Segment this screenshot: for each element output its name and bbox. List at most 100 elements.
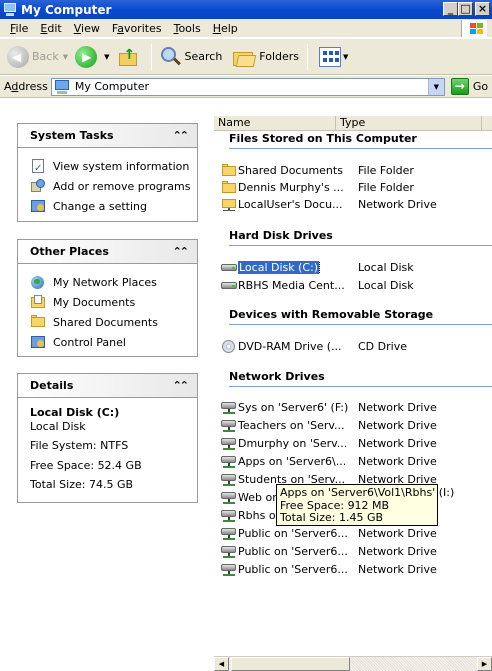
list-item[interactable]: Public on 'Server6... Network Drive (221, 543, 437, 559)
scroll-right-button[interactable]: ▶ (477, 657, 492, 671)
views-button[interactable]: ▼ (313, 42, 355, 72)
up-folder-button[interactable]: ↑ (114, 42, 146, 72)
control-panel-icon (30, 198, 46, 214)
up-folder-icon: ↑ (117, 46, 139, 68)
horizontal-scrollbar[interactable]: ◀ ▶ (214, 656, 492, 671)
list-item[interactable]: LocalUser's Docu... Network Drive (221, 196, 437, 212)
hard-disk-icon (221, 260, 237, 274)
column-header: Name Type (214, 116, 492, 131)
task-add-remove-programs[interactable]: Add or remove programs (30, 176, 197, 196)
task-pane: System Tasks ⌃⌃ ✓ View system informatio… (0, 98, 214, 671)
go-button[interactable]: → Go (450, 78, 488, 95)
menu-edit[interactable]: Edit (34, 22, 67, 35)
network-drive-icon (221, 490, 237, 504)
network-drive-icon (221, 472, 237, 486)
list-item[interactable]: Public on 'Server6... Network Drive (221, 561, 437, 577)
list-item[interactable]: Dennis Murphy's ... File Folder (221, 179, 414, 195)
task-view-system-info[interactable]: ✓ View system information (30, 156, 197, 176)
system-info-icon: ✓ (30, 158, 46, 174)
file-list-pane: Name Type Files Stored on This Computer … (214, 98, 492, 671)
minimize-button[interactable]: _ (443, 2, 458, 16)
menu-bar: File Edit View Favorites Tools Help (0, 19, 492, 38)
list-item[interactable]: Dmurphy on 'Serv... Network Drive (221, 435, 437, 451)
control-panel-icon (30, 334, 46, 350)
menu-file[interactable]: File (4, 22, 34, 35)
network-drive-icon (221, 544, 237, 558)
other-places-header[interactable]: Other Places ⌃⌃ (18, 240, 197, 264)
details-panel: Details ⌃⌃ Local Disk (C:) Local Disk Fi… (17, 373, 198, 503)
window-controls: _ □ × (443, 2, 490, 16)
menu-tools[interactable]: Tools (168, 22, 207, 35)
title-bar[interactable]: My Computer _ □ × (0, 0, 492, 19)
place-my-network-places[interactable]: My Network Places (30, 272, 197, 292)
other-places-panel: Other Places ⌃⌃ My Network Places My Doc… (17, 239, 198, 357)
place-shared-documents[interactable]: Shared Documents (30, 312, 197, 332)
list-item[interactable]: Sys on 'Server6' (F:) Network Drive (221, 399, 437, 415)
details-type: Local Disk (30, 419, 86, 433)
column-name[interactable]: Name (214, 116, 336, 130)
folder-icon (221, 180, 237, 194)
network-drive-icon (221, 526, 237, 540)
menu-help[interactable]: Help (207, 22, 244, 35)
back-button[interactable]: ◀ Back (4, 42, 62, 72)
menu-view[interactable]: View (68, 22, 106, 35)
network-places-icon (30, 274, 46, 290)
collapse-chevron-icon[interactable]: ⌃⌃ (173, 379, 190, 392)
column-type[interactable]: Type (336, 116, 482, 130)
list-item[interactable]: DVD-RAM Drive (... CD Drive (221, 338, 407, 354)
menu-favorites[interactable]: Favorites (106, 22, 168, 35)
forward-button[interactable]: ▶ (72, 42, 103, 72)
details-free-space: Free Space: 52.4 GB (30, 458, 142, 472)
list-item[interactable]: Shared Documents File Folder (221, 162, 414, 178)
address-input[interactable]: My Computer ▼ (50, 77, 445, 96)
search-button[interactable]: Search (157, 42, 226, 72)
folder-icon (30, 314, 46, 330)
scroll-thumb[interactable] (231, 657, 350, 671)
search-icon (160, 46, 182, 68)
back-dropdown-icon[interactable]: ▼ (63, 53, 68, 61)
group-network-drives: Network Drives (229, 370, 492, 387)
maximize-button[interactable]: □ (458, 2, 473, 16)
views-icon (319, 46, 342, 67)
my-computer-icon (54, 79, 70, 94)
list-item[interactable]: RBHS Media Cent... Local Disk (221, 277, 414, 293)
address-bar: Address My Computer ▼ → Go (0, 76, 492, 98)
network-drive-icon (221, 436, 237, 450)
go-arrow-icon: → (450, 78, 469, 95)
add-remove-programs-icon (30, 178, 46, 194)
explorer-content: System Tasks ⌃⌃ ✓ View system informatio… (0, 98, 492, 671)
views-dropdown-icon: ▼ (343, 52, 349, 61)
network-drive-icon (221, 400, 237, 414)
hard-disk-icon (221, 278, 237, 292)
list-item-selected[interactable]: Local Disk (C:) Local Disk (221, 259, 414, 275)
collapse-chevron-icon[interactable]: ⌃⌃ (173, 245, 190, 258)
list-item[interactable]: Public on 'Server6... Network Drive (221, 525, 437, 541)
place-control-panel[interactable]: Control Panel (30, 332, 197, 352)
standard-toolbar: ◀ Back ▼ ▶ ▼ ↑ Search Folders ▼ (0, 39, 492, 75)
place-my-documents[interactable]: My Documents (30, 292, 197, 312)
my-computer-icon (3, 3, 17, 16)
my-documents-icon (30, 294, 46, 310)
folders-button[interactable]: Folders (229, 42, 302, 72)
details-file-system: File System: NTFS (30, 439, 129, 452)
details-header[interactable]: Details ⌃⌃ (18, 374, 197, 398)
network-drive-icon (221, 562, 237, 576)
forward-arrow-icon: ▶ (75, 45, 98, 68)
list-item[interactable]: Apps on 'Server6\... Network Drive (221, 453, 437, 469)
folders-icon (232, 46, 257, 68)
system-tasks-header[interactable]: System Tasks ⌃⌃ (18, 124, 197, 148)
forward-dropdown-icon[interactable]: ▼ (104, 53, 109, 61)
network-folder-icon (221, 197, 237, 211)
network-drive-icon (221, 454, 237, 468)
scroll-left-button[interactable]: ◀ (214, 657, 229, 671)
dvd-drive-icon (221, 339, 237, 353)
address-dropdown-icon[interactable]: ▼ (427, 78, 444, 95)
toolbar-separator (307, 43, 309, 70)
address-label: Address (4, 80, 48, 93)
list-item[interactable]: Teachers on 'Serv... Network Drive (221, 417, 437, 433)
task-change-setting[interactable]: Change a setting (30, 196, 197, 216)
windows-logo-icon (461, 20, 487, 37)
close-button[interactable]: × (475, 2, 490, 16)
collapse-chevron-icon[interactable]: ⌃⌃ (173, 129, 190, 142)
details-total-size: Total Size: 74.5 GB (30, 478, 134, 491)
